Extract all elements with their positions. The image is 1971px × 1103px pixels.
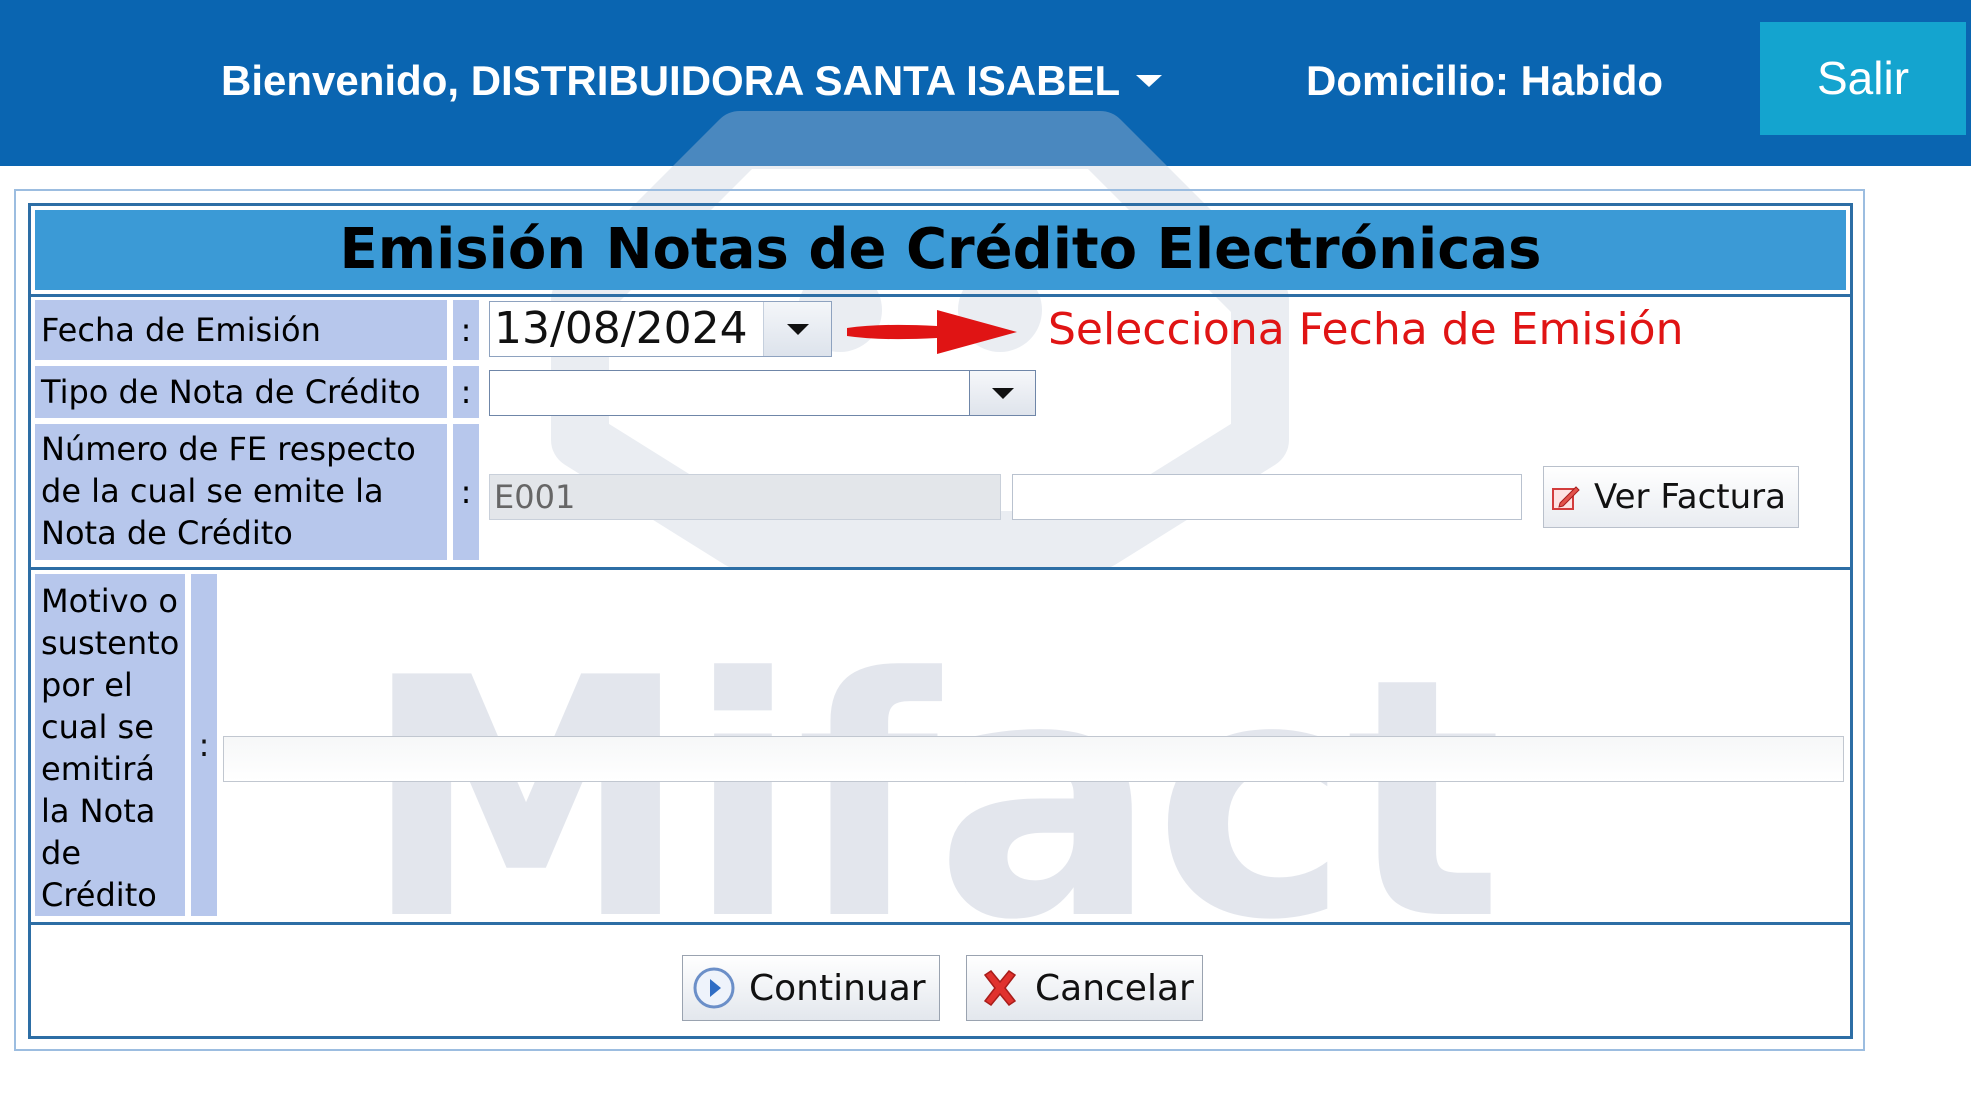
date-picker-button[interactable]	[763, 302, 831, 356]
fe-serie-input[interactable]: E001	[489, 474, 1001, 520]
colon: :	[453, 366, 479, 418]
divider	[31, 567, 1850, 570]
ver-factura-label: Ver Factura	[1594, 477, 1786, 517]
continuar-button[interactable]: Continuar	[682, 955, 940, 1021]
tipo-nota-label: Tipo de Nota de Crédito	[35, 366, 447, 418]
divider	[31, 922, 1850, 925]
page-title: Emisión Notas de Crédito Electrónicas	[339, 217, 1542, 282]
fecha-hint-annotation: Selecciona Fecha de Emisión	[1048, 304, 1684, 355]
fecha-emision-input[interactable]: 13/08/2024	[490, 302, 763, 356]
form-outer-frame: Emisión Notas de Crédito Electrónicas Fe…	[14, 189, 1865, 1051]
cancelar-label: Cancelar	[1035, 967, 1194, 1009]
colon: :	[453, 300, 479, 360]
cancelar-button[interactable]: Cancelar	[966, 955, 1203, 1021]
continuar-label: Continuar	[749, 967, 926, 1009]
motivo-label: Motivo o sustento por el cual se emitirá…	[35, 574, 185, 916]
divider	[31, 294, 1850, 297]
credit-note-form: Emisión Notas de Crédito Electrónicas Fe…	[28, 203, 1853, 1039]
user-menu[interactable]: Bienvenido, DISTRIBUIDORA SANTA ISABEL	[221, 56, 1163, 106]
chevron-down-icon	[786, 323, 809, 335]
chevron-down-icon	[991, 387, 1014, 399]
colon: :	[198, 726, 210, 764]
fecha-emision-label: Fecha de Emisión	[35, 300, 447, 360]
select-toggle-button[interactable]	[969, 371, 1035, 415]
red-x-icon	[983, 969, 1017, 1007]
fe-numero-input[interactable]	[1012, 474, 1522, 520]
edit-document-icon	[1552, 486, 1580, 510]
motivo-input[interactable]	[223, 736, 1844, 782]
red-arrow-right-icon	[847, 310, 1017, 354]
welcome-text: Bienvenido, DISTRIBUIDORA SANTA ISABEL	[221, 57, 1121, 104]
domicilio-status: Domicilio: Habido	[1306, 57, 1663, 104]
chevron-down-icon	[1136, 74, 1163, 87]
top-navbar: Bienvenido, DISTRIBUIDORA SANTA ISABEL D…	[0, 0, 1971, 166]
fecha-emision-field[interactable]: 13/08/2024	[489, 301, 832, 357]
tipo-nota-value	[490, 371, 969, 415]
form-title-bar: Emisión Notas de Crédito Electrónicas	[35, 210, 1846, 290]
ver-factura-button[interactable]: Ver Factura	[1543, 466, 1799, 528]
logout-button[interactable]: Salir	[1760, 22, 1966, 135]
numero-fe-label: Número de FE respecto de la cual se emit…	[35, 424, 447, 560]
colon: :	[453, 424, 479, 560]
tipo-nota-select[interactable]	[489, 370, 1036, 416]
play-circle-icon	[693, 967, 735, 1009]
